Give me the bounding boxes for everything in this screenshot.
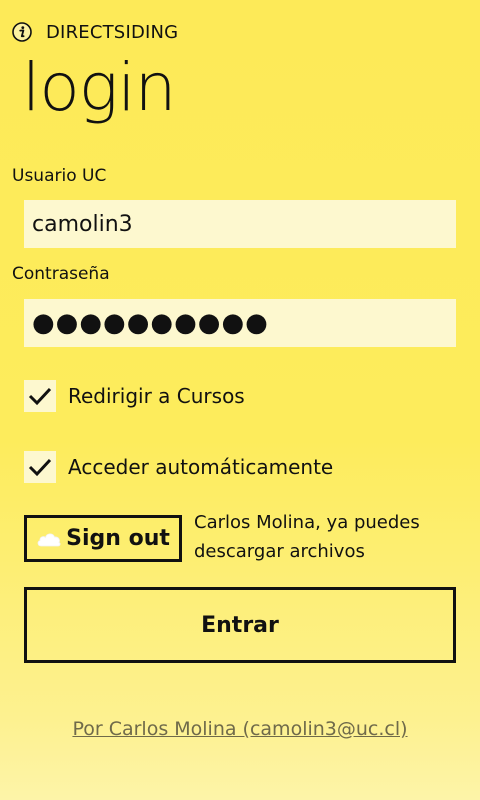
info-icon[interactable] <box>12 22 32 42</box>
checkmark-icon <box>28 387 52 406</box>
autologin-checkbox-label: Acceder automáticamente <box>68 455 334 479</box>
password-label: Contraseña <box>12 264 110 284</box>
password-field[interactable] <box>24 299 456 347</box>
author-credits-link[interactable]: Por Carlos Molina (camolin3@uc.cl) <box>0 718 480 740</box>
skydrive-cloud-icon <box>36 530 62 548</box>
redirect-checkbox[interactable]: Redirigir a Cursos <box>24 380 245 412</box>
app-title: DIRECTSIDING <box>46 21 179 43</box>
redirect-checkbox-label: Redirigir a Cursos <box>68 384 245 408</box>
app-header: DIRECTSIDING <box>12 21 178 43</box>
sign-out-button[interactable]: Sign out <box>24 515 182 562</box>
username-field[interactable] <box>24 200 456 248</box>
autologin-checkbox-box[interactable] <box>24 451 56 483</box>
sign-out-label: Sign out <box>66 526 170 551</box>
page-title: login <box>22 49 176 126</box>
autologin-checkbox[interactable]: Acceder automáticamente <box>24 451 333 483</box>
redirect-checkbox-box[interactable] <box>24 380 56 412</box>
username-label: Usuario UC <box>12 166 107 186</box>
signin-status-message: Carlos Molina, ya puedes descargar archi… <box>194 512 420 562</box>
checkmark-icon <box>28 458 52 477</box>
enter-button[interactable]: Entrar <box>24 587 456 663</box>
